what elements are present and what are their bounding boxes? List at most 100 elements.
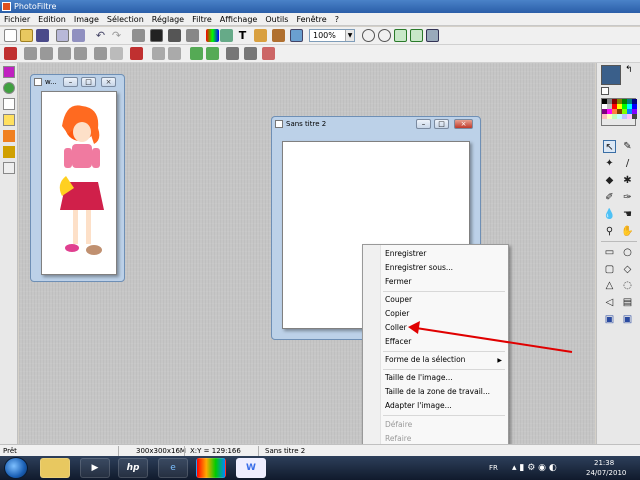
open-folder-icon[interactable] — [20, 29, 33, 42]
actual-size-icon[interactable] — [410, 29, 423, 42]
minimize-button[interactable]: – — [63, 77, 78, 87]
blur-icon[interactable] — [110, 47, 123, 60]
flip-h-icon[interactable] — [152, 47, 165, 60]
gradient-icon[interactable] — [3, 130, 15, 142]
diamond-shape-icon[interactable]: ◇ — [621, 263, 634, 276]
language-indicator[interactable]: FR — [489, 456, 498, 480]
menu-edition[interactable]: Edition — [34, 13, 70, 26]
effect-icon[interactable] — [272, 29, 285, 42]
frame-icon[interactable] — [262, 47, 275, 60]
swap-colors-icon[interactable]: ↰ — [625, 65, 633, 75]
zoom-out-icon[interactable] — [378, 29, 391, 42]
maximize-button[interactable]: □ — [81, 77, 96, 87]
triangle-shape-icon[interactable]: △ — [603, 279, 616, 292]
foreground-color-swatch[interactable] — [601, 65, 621, 85]
menu-item-taille-zone[interactable]: Taille de la zone de travail... — [385, 387, 490, 397]
brush-icon[interactable]: ✐ — [603, 191, 616, 204]
photofiltre-task-icon[interactable] — [196, 458, 226, 478]
color-balance-icon[interactable] — [206, 29, 219, 42]
open-shape-icon[interactable]: ▤ — [621, 296, 634, 309]
zoom-select[interactable]: 100% ▼ — [309, 29, 355, 42]
tray-icons[interactable]: ▴ ▮ ⚙ ◉ ◐ — [512, 456, 557, 480]
spray-icon[interactable]: ✱ — [621, 174, 634, 187]
flip-v-icon[interactable] — [168, 47, 181, 60]
word-icon[interactable]: W — [236, 458, 266, 478]
rounded-rect-icon[interactable]: ▢ — [603, 263, 616, 276]
menu-item-copier[interactable]: Copier — [385, 309, 409, 319]
saturation-icon[interactable] — [58, 47, 71, 60]
media-player-icon[interactable]: ▶ — [80, 458, 110, 478]
hp-icon[interactable]: hp — [118, 458, 148, 478]
hue-icon[interactable] — [220, 29, 233, 42]
menu-item-adapter-image[interactable]: Adapter l'image... — [385, 401, 452, 411]
ellipse-shape-icon[interactable]: ○ — [621, 246, 634, 259]
minimize-button[interactable]: – — [416, 119, 431, 129]
menu-reglage[interactable]: Réglage — [148, 13, 188, 26]
screen-icon[interactable] — [290, 29, 303, 42]
lasso-icon[interactable]: ◌ — [621, 279, 634, 292]
clock-date[interactable]: 24/07/2010 — [586, 468, 626, 478]
resize-icon[interactable] — [244, 47, 257, 60]
background-color-swatch[interactable] — [601, 87, 609, 95]
menu-item-enregistrer[interactable]: Enregistrer — [385, 249, 426, 259]
save-icon[interactable] — [36, 29, 49, 42]
image-window-small[interactable]: w... – □ × — [30, 74, 125, 282]
explorer-icon[interactable] — [40, 458, 70, 478]
menu-item-couper[interactable]: Couper — [385, 295, 412, 305]
color-palette[interactable] — [601, 98, 637, 126]
menu-fenetre[interactable]: Fenêtre — [292, 13, 330, 26]
clock-time[interactable]: 21:38 — [594, 458, 614, 468]
undo-icon[interactable]: ↶ — [94, 29, 107, 42]
menu-affichage[interactable]: Affichage — [216, 13, 262, 26]
adjust-icon[interactable] — [168, 29, 181, 42]
blur-drop-icon[interactable]: 💧 — [603, 208, 616, 221]
maximize-button[interactable]: □ — [434, 119, 449, 129]
image-canvas-small[interactable] — [41, 91, 117, 275]
full-screen-icon[interactable] — [426, 29, 439, 42]
fit-icon[interactable] — [394, 29, 407, 42]
close-button[interactable]: × — [101, 77, 116, 87]
redo-icon[interactable]: ↷ — [110, 29, 123, 42]
menu-item-fermer[interactable]: Fermer — [385, 277, 411, 287]
mode-icon-1[interactable]: ▣ — [603, 313, 616, 326]
new-file-icon[interactable] — [4, 29, 17, 42]
finger-icon[interactable]: ☚ — [621, 208, 634, 221]
menu-image[interactable]: Image — [70, 13, 103, 26]
contrast-plus-icon[interactable] — [40, 47, 53, 60]
note-icon[interactable] — [3, 114, 15, 126]
mode-icon-2[interactable]: ▣ — [621, 313, 634, 326]
filter-icon[interactable] — [254, 29, 267, 42]
gray-icon[interactable] — [132, 29, 145, 42]
stamp-icon[interactable]: ⚲ — [603, 225, 616, 238]
hand-icon[interactable]: ✋ — [621, 225, 634, 238]
rectangle-shape-icon[interactable]: ▭ — [603, 246, 616, 259]
pipette-icon[interactable]: ✎ — [621, 140, 634, 153]
contrast-icon[interactable] — [150, 29, 163, 42]
scan-icon[interactable] — [72, 29, 85, 42]
menu-item-taille-image[interactable]: Taille de l'image... — [385, 373, 453, 383]
menu-item-enregistrer-sous[interactable]: Enregistrer sous... — [385, 263, 453, 273]
menu-fichier[interactable]: Fichier — [0, 13, 34, 26]
fill-bucket-icon[interactable]: ◆ — [603, 174, 616, 187]
module-icon[interactable] — [3, 66, 15, 78]
text-tool-icon[interactable]: T — [236, 29, 249, 42]
line-tool-icon[interactable]: / — [621, 157, 634, 170]
magic-wand-icon[interactable]: ✦ — [603, 157, 616, 170]
invert-icon[interactable] — [186, 29, 199, 42]
close-button[interactable]: × — [454, 119, 473, 129]
globe-icon[interactable] — [3, 82, 15, 94]
menu-selection[interactable]: Sélection — [103, 13, 148, 26]
menu-help[interactable]: ? — [331, 13, 343, 26]
menu-item-coller[interactable]: Coller — [385, 323, 407, 333]
automatic-icon[interactable] — [4, 47, 17, 60]
print-icon[interactable] — [56, 29, 69, 42]
menu-item-forme-selection[interactable]: Forme de la sélection — [385, 355, 465, 365]
history-icon[interactable] — [3, 162, 15, 174]
chevron-down-icon[interactable]: ▼ — [345, 30, 354, 41]
menu-filtre[interactable]: Filtre — [188, 13, 216, 26]
zoom-in-icon[interactable] — [362, 29, 375, 42]
gamma-icon[interactable] — [74, 47, 87, 60]
red-eye-icon[interactable] — [130, 47, 143, 60]
selection-tool-icon[interactable]: ↖ — [603, 140, 616, 153]
crop-icon[interactable] — [226, 47, 239, 60]
